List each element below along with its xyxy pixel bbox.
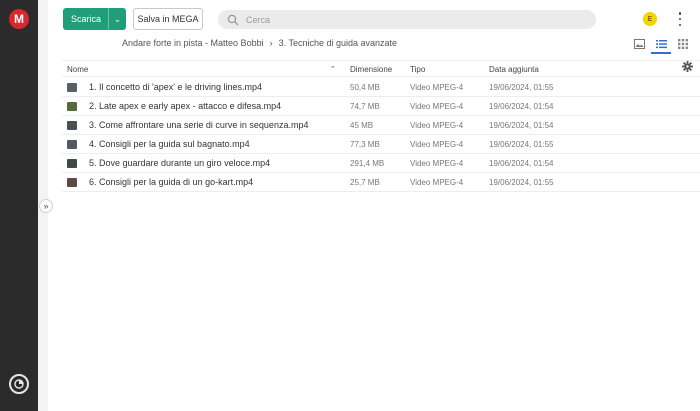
download-button[interactable]: Scarica ⌄ [63, 8, 126, 30]
thumbnail-view-icon[interactable] [632, 37, 646, 51]
gear-icon[interactable] [682, 61, 696, 75]
file-name: 1. Il concetto di 'apex' e le driving li… [89, 82, 263, 92]
breadcrumb-current: 3. Tecniche di guida avanzate [278, 38, 398, 48]
video-thumbnail-icon [67, 121, 77, 130]
breadcrumb-parent[interactable]: Andare forte in pista - Matteo Bobbi [122, 38, 264, 48]
left-rail: M [0, 0, 38, 411]
file-type: Video MPEG-4 [410, 140, 464, 149]
video-thumbnail-icon [67, 102, 77, 111]
mega-file-browser: M » Scarica ⌄ Salva in MEGA E Andare for… [0, 0, 700, 411]
transfer-status-icon[interactable] [9, 374, 29, 394]
file-date: 19/06/2024, 01:54 [489, 102, 554, 111]
file-date: 19/06/2024, 01:55 [489, 83, 554, 92]
mega-logo-icon[interactable]: M [9, 9, 29, 29]
file-date: 19/06/2024, 01:55 [489, 140, 554, 149]
table-row[interactable]: 6. Consigli per la guida di un go-kart.m… [62, 173, 700, 192]
video-thumbnail-icon [67, 159, 77, 168]
download-button-label: Scarica [71, 14, 102, 24]
file-type: Video MPEG-4 [410, 83, 464, 92]
file-name: 6. Consigli per la guida di un go-kart.m… [89, 177, 254, 187]
file-date: 19/06/2024, 01:55 [489, 178, 554, 187]
file-size: 77,3 MB [350, 140, 380, 149]
table-row[interactable]: 5. Dove guardare durante un giro veloce.… [62, 154, 700, 173]
file-name: 3. Come affrontare una serie di curve in… [89, 120, 309, 130]
table-row[interactable]: 4. Consigli per la guida sul bagnato.mp4… [62, 135, 700, 154]
list-view-icon[interactable] [651, 37, 671, 54]
breadcrumb: Andare forte in pista - Matteo Bobbi › 3… [122, 38, 397, 48]
chevron-down-icon[interactable]: ⌄ [109, 14, 126, 25]
column-type-header[interactable]: Tipo [410, 65, 425, 74]
search-input[interactable] [246, 14, 546, 25]
video-thumbnail-icon [67, 140, 77, 149]
sort-ascending-icon[interactable]: ⌃ [330, 65, 336, 73]
video-thumbnail-icon [67, 178, 77, 187]
chevron-double-right-icon[interactable]: » [39, 199, 53, 213]
column-size-header[interactable]: Dimensione [350, 65, 392, 74]
file-size: 74,7 MB [350, 102, 380, 111]
table-row[interactable]: 3. Come affrontare una serie di curve in… [62, 116, 700, 135]
column-date-header[interactable]: Data aggiunta [489, 65, 539, 74]
file-name: 2. Late apex e early apex - attacco e di… [89, 101, 282, 111]
kebab-menu-icon[interactable] [676, 12, 684, 26]
file-size: 50,4 MB [350, 83, 380, 92]
file-size: 291,4 MB [350, 159, 385, 168]
table-header: Nome ⌃ Dimensione Tipo Data aggiunta [62, 60, 700, 77]
file-date: 19/06/2024, 01:54 [489, 121, 554, 130]
file-size: 25,7 MB [350, 178, 380, 187]
table-row[interactable]: 1. Il concetto di 'apex' e le driving li… [62, 78, 700, 97]
search-bar[interactable] [218, 10, 596, 29]
file-type: Video MPEG-4 [410, 102, 464, 111]
table-row[interactable]: 2. Late apex e early apex - attacco e di… [62, 97, 700, 116]
file-name: 4. Consigli per la guida sul bagnato.mp4 [89, 139, 250, 149]
video-thumbnail-icon [67, 83, 77, 92]
search-icon [227, 14, 239, 26]
column-name-header[interactable]: Nome [67, 65, 88, 74]
file-size: 45 MB [350, 121, 374, 130]
file-name: 5. Dove guardare durante un giro veloce.… [89, 158, 271, 168]
grid-view-icon[interactable] [676, 37, 690, 51]
file-type: Video MPEG-4 [410, 121, 464, 130]
file-type: Video MPEG-4 [410, 178, 464, 187]
file-date: 19/06/2024, 01:54 [489, 159, 554, 168]
avatar[interactable]: E [643, 12, 657, 26]
breadcrumb-separator: › [269, 38, 273, 48]
file-type: Video MPEG-4 [410, 159, 464, 168]
save-to-mega-button[interactable]: Salva in MEGA [133, 8, 203, 30]
